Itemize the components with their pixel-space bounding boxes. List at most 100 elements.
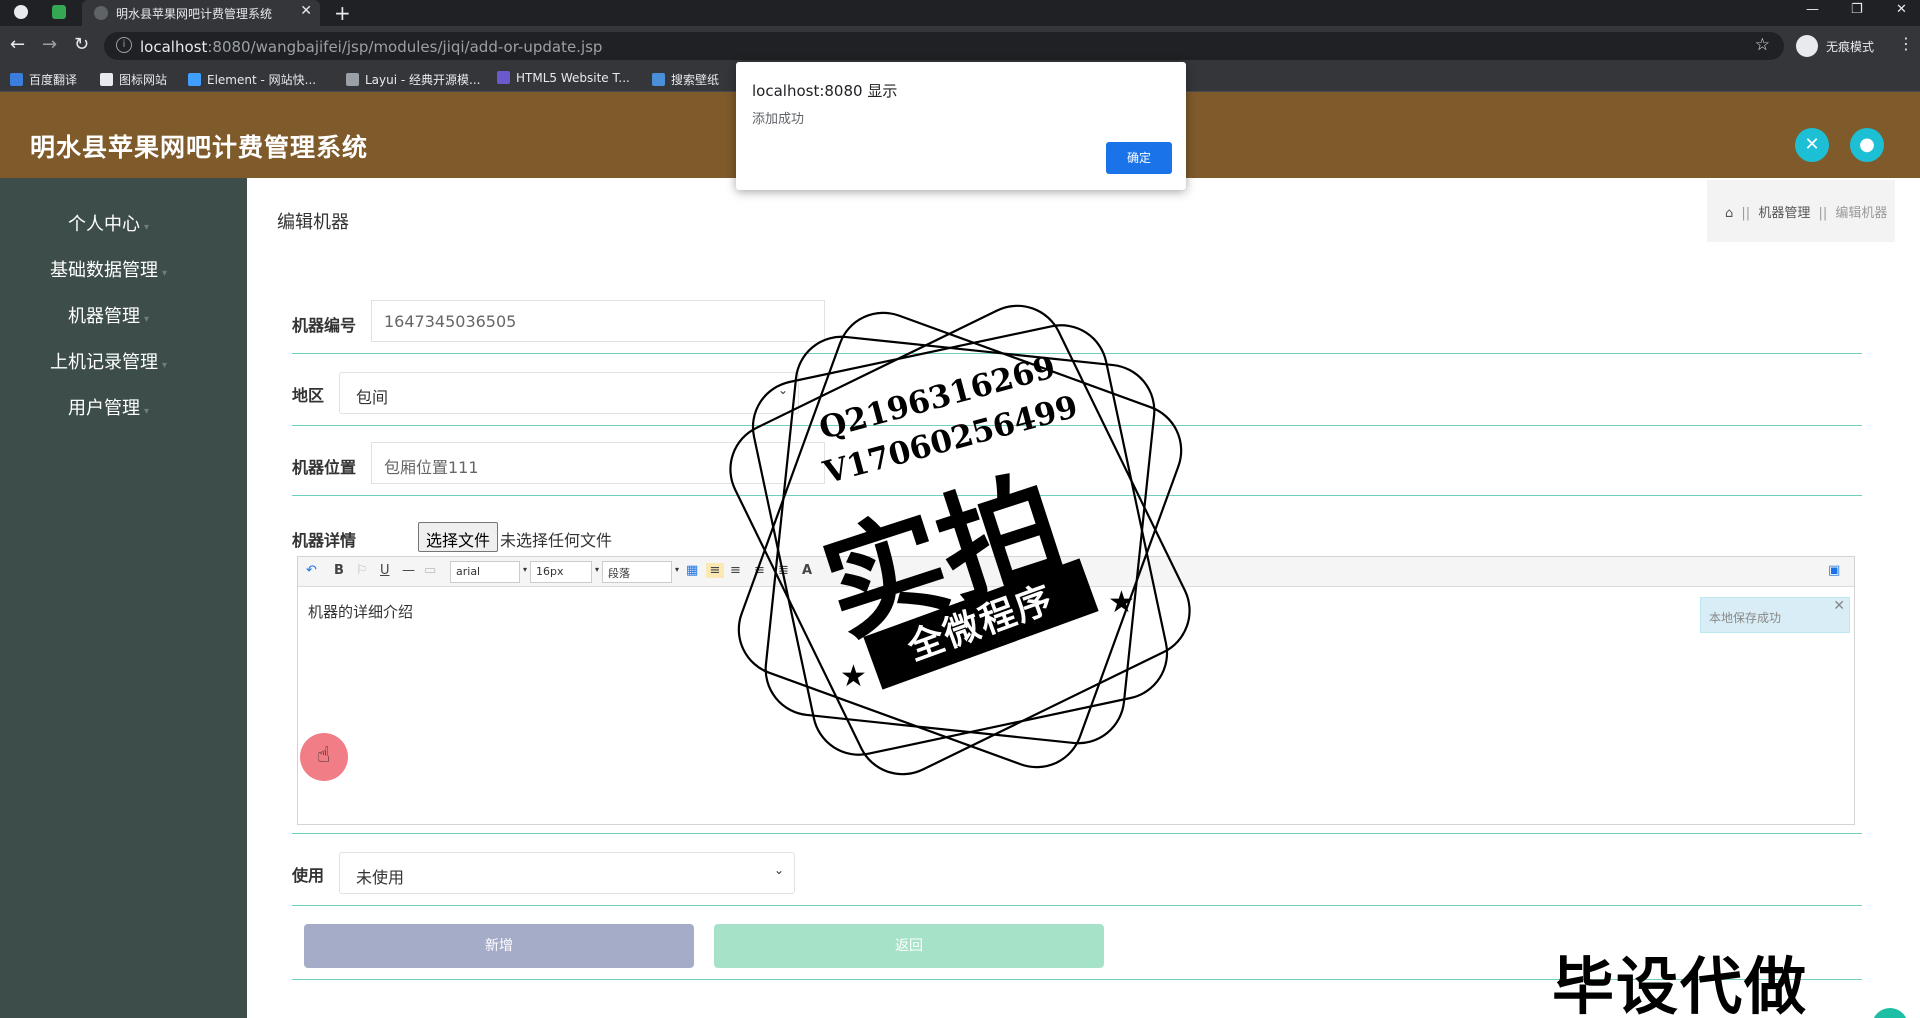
minimize-icon[interactable]: — <box>1806 2 1819 17</box>
new-tab-icon[interactable]: + <box>334 1 351 25</box>
location-label: 机器位置 <box>292 458 357 477</box>
dialog-message: 添加成功 <box>752 112 805 127</box>
back-button[interactable]: 返回 <box>714 924 1104 968</box>
bookmark-star-icon[interactable]: ☆ <box>1755 35 1770 55</box>
incognito-icon[interactable] <box>1796 35 1818 57</box>
form-row-machine-no: 机器编号 1647345036505 <box>292 300 1862 354</box>
fullscreen-icon[interactable]: ✕ <box>1795 128 1829 162</box>
region-select-value: 包间 <box>356 388 389 407</box>
flag-icon[interactable]: ⚐ <box>356 563 368 578</box>
sidebar-item-machines[interactable]: 机器管理 ▾ <box>0 302 217 328</box>
bookmark-label: Layui - 经典开源模... <box>365 73 481 87</box>
chevron-down-icon: ⌄ <box>773 863 784 877</box>
url-field[interactable]: i localhost:8080/wangbajifei/jsp/modules… <box>104 32 1784 60</box>
hand-cursor-icon: ☝ <box>317 743 331 768</box>
window-close-icon[interactable]: ✕ <box>1896 2 1907 17</box>
usage-select-value: 未使用 <box>356 868 405 887</box>
pinned-tab-icon[interactable] <box>52 5 66 19</box>
submit-button[interactable]: 新增 <box>304 924 694 968</box>
browser-tab-active[interactable]: 明水县苹果网吧计费管理系统 ✕ <box>82 0 320 26</box>
underline-icon[interactable]: U <box>380 563 390 578</box>
editor-toolbar: ↶ B ⚐ U — ▭ arial ▾ 16px ▾ 段落 ▾ ▦ ≡ ≡ ≡ ≣ A… <box>298 557 1854 587</box>
bold-icon[interactable]: B <box>334 563 344 578</box>
page-title: 编辑机器 <box>277 212 349 233</box>
tab-close-icon[interactable]: ✕ <box>300 3 312 19</box>
restore-icon[interactable]: ❐ <box>1851 2 1863 17</box>
element-icon <box>188 73 201 86</box>
bookmark-item[interactable]: Element - 网站快... <box>188 71 316 88</box>
align-left-icon[interactable]: ≡ <box>706 563 724 578</box>
bookmark-label: 百度翻译 <box>29 73 78 87</box>
user-avatar-icon[interactable]: ● <box>1850 128 1884 162</box>
details-label: 机器详情 <box>292 531 357 550</box>
chevron-down-icon: ▾ <box>161 268 168 279</box>
choose-file-button[interactable]: 选择文件 <box>418 522 499 552</box>
sidebar-item-profile[interactable]: 个人中心 ▾ <box>0 210 217 236</box>
chevron-down-icon: ▾ <box>143 406 150 417</box>
save-toast: 本地保存成功 ✕ <box>1700 597 1850 633</box>
breadcrumb-separator: || <box>1818 206 1828 221</box>
font-color-icon[interactable]: A <box>802 563 812 578</box>
close-icon[interactable]: ✕ <box>1833 598 1845 614</box>
chevron-down-icon: ▾ <box>161 360 168 371</box>
url-host: localhost <box>140 38 208 56</box>
bookmark-label: HTML5 Website T... <box>516 71 630 85</box>
sidebar-item-users[interactable]: 用户管理 ▾ <box>0 394 217 420</box>
chevron-down-icon: ▾ <box>143 314 150 325</box>
browser-home-icon[interactable] <box>14 5 28 19</box>
breadcrumb-item[interactable]: 机器管理 <box>1758 206 1810 221</box>
dialog-ok-button[interactable]: 确定 <box>1106 142 1172 174</box>
forward-arrow-icon[interactable]: → <box>42 34 57 55</box>
wallpaper-icon <box>652 73 665 86</box>
chevron-down-icon: ▾ <box>143 222 150 233</box>
file-status: 未选择任何文件 <box>500 531 613 550</box>
caret-down-icon: ▾ <box>674 565 679 574</box>
machine-no-input[interactable]: 1647345036505 <box>371 300 825 342</box>
bookmark-item[interactable]: HTML5 Website T... <box>497 71 630 85</box>
paste-icon[interactable]: ▭ <box>424 563 436 578</box>
browser-menu-icon[interactable]: ⋮ <box>1898 34 1914 53</box>
breadcrumb-current: 编辑机器 <box>1835 206 1888 221</box>
bookmark-item[interactable]: 图标网站 <box>100 71 167 88</box>
bookmark-item[interactable]: Layui - 经典开源模... <box>346 71 480 88</box>
site-info-icon[interactable]: i <box>116 37 132 53</box>
alert-dialog: localhost:8080 显示 添加成功 确定 <box>736 62 1186 190</box>
form-row-usage: 使用 未使用 ⌄ <box>292 850 1862 906</box>
location-input[interactable]: 包厢位置111 <box>371 442 825 484</box>
font-family-select[interactable]: arial ▾ <box>450 561 527 583</box>
back-arrow-icon[interactable]: ← <box>10 34 25 55</box>
url-path: :8080/wangbajifei/jsp/modules/jiqi/add-o… <box>207 38 603 56</box>
chevron-down-icon: ⌄ <box>777 383 788 397</box>
horizontal-rule-icon[interactable]: — <box>402 563 415 578</box>
align-right-icon[interactable]: ≡ <box>754 563 765 578</box>
table-icon[interactable]: ▦ <box>686 563 698 578</box>
align-center-icon[interactable]: ≡ <box>730 563 741 578</box>
region-select[interactable]: 包间 ⌄ <box>339 372 799 414</box>
incognito-label: 无痕模式 <box>1826 40 1875 54</box>
paragraph-select[interactable]: 段落 ▾ <box>602 561 679 583</box>
breadcrumb: ⌂ || 机器管理 || 编辑机器 <box>1707 180 1895 242</box>
region-label: 地区 <box>292 386 325 405</box>
flag-icon <box>100 73 113 86</box>
browser-addressbar: ← → ↻ i localhost:8080/wangbajifei/jsp/m… <box>0 26 1920 66</box>
form-row-location: 机器位置 包厢位置111 <box>292 442 1862 496</box>
sidebar-item-records[interactable]: 上机记录管理 ▾ <box>0 348 217 374</box>
sidebar-item-label: 个人中心 <box>67 214 140 235</box>
bookmark-label: 图标网站 <box>119 73 168 87</box>
reload-icon[interactable]: ↻ <box>74 34 89 55</box>
font-family-value: arial <box>456 565 481 578</box>
fullscreen-editor-icon[interactable]: ▣ <box>1828 563 1840 578</box>
sidebar-item-label: 用户管理 <box>67 398 140 419</box>
usage-select[interactable]: 未使用 ⌄ <box>339 852 795 894</box>
font-size-select[interactable]: 16px ▾ <box>530 561 599 583</box>
rich-text-editor[interactable]: ↶ B ⚐ U — ▭ arial ▾ 16px ▾ 段落 ▾ ▦ ≡ ≡ ≡ ≣ A… <box>297 556 1855 825</box>
home-icon[interactable]: ⌂ <box>1725 206 1733 221</box>
main-content: 编辑机器 ⌂ || 机器管理 || 编辑机器 机器编号 164734503650… <box>247 178 1920 1018</box>
undo-icon[interactable]: ↶ <box>306 563 317 578</box>
sidebar-item-basic-data[interactable]: 基础数据管理 ▾ <box>0 256 217 282</box>
bookmark-item[interactable]: 百度翻译 <box>10 71 77 88</box>
font-size-value: 16px <box>536 565 564 578</box>
layui-icon <box>346 73 359 86</box>
align-justify-icon[interactable]: ≣ <box>778 563 789 578</box>
bookmark-item[interactable]: 搜索壁纸 <box>652 71 719 88</box>
